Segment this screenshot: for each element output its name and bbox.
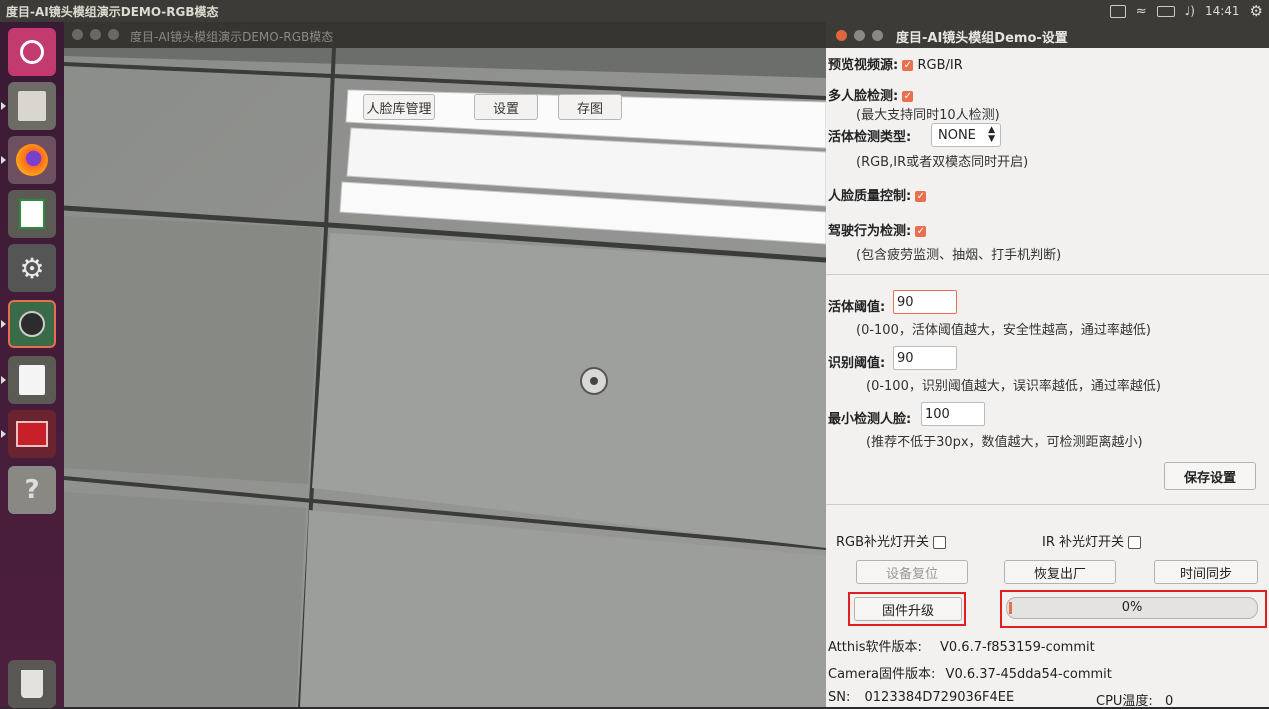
- min-face-label: 最小检测人脸:: [828, 412, 912, 427]
- divider: [826, 274, 1269, 275]
- min-face-input[interactable]: 100: [921, 402, 985, 426]
- trash-icon[interactable]: [8, 660, 56, 708]
- face-database-button[interactable]: 人脸库管理: [363, 94, 435, 120]
- driving-behavior-note: (包含疲劳监测、抽烟、打手机判断): [856, 248, 1062, 263]
- camera-version-row: Camera固件版本: V0.6.37-45dda54-commit: [828, 663, 1112, 682]
- rgb-light-label: RGB补光灯开关: [836, 535, 930, 550]
- atthis-version-row: Atthis软件版本: V0.6.7-f853159-commit: [828, 636, 1095, 655]
- help-icon[interactable]: ?: [8, 466, 56, 514]
- sn-label: SN:: [828, 690, 851, 705]
- liveness-threshold-note: (0-100，活体阈值越大，安全性越高，通过率越低): [856, 323, 1151, 338]
- active-app-title: 度目-AI镜头模组演示DEMO-RGB模态: [6, 5, 219, 19]
- ir-light-label: IR 补光灯开关: [1042, 535, 1124, 550]
- liveness-threshold-input[interactable]: 90: [893, 290, 957, 314]
- face-quality-checkbox[interactable]: ✓: [915, 191, 927, 202]
- min-face-note: (推荐不低于30px，数值越大，可检测距离越小): [866, 435, 1143, 450]
- keyboard-icon[interactable]: [1109, 4, 1126, 18]
- driving-behavior-row: 驾驶行为检测: ✓: [828, 220, 927, 239]
- multi-face-label: 多人脸检测:: [828, 89, 899, 104]
- battery-icon[interactable]: [1156, 5, 1175, 17]
- camera-version-label: Camera固件版本:: [828, 667, 936, 682]
- camera-preview-window: 度目-AI镜头模组演示DEMO-RGB模态 人脸库管理 设置 存图: [64, 22, 826, 707]
- preview-source-label: 预览视频源:: [828, 58, 899, 73]
- factory-reset-button[interactable]: 恢复出厂: [1004, 560, 1116, 584]
- wifi-icon[interactable]: ≈: [1136, 4, 1147, 19]
- divider: [826, 504, 1269, 505]
- close-icon[interactable]: [72, 29, 83, 40]
- maximize-icon[interactable]: [108, 29, 119, 40]
- files-icon[interactable]: [8, 82, 56, 130]
- preview-source-checkbox[interactable]: ✓: [902, 60, 914, 71]
- preview-source-option: RGB/IR: [917, 58, 963, 73]
- firmware-progress-bar: 0%: [1006, 597, 1258, 619]
- top-panel: 度目-AI镜头模组演示DEMO-RGB模态 ≈ ♩) 14:41 ⚙: [0, 0, 1269, 22]
- driving-behavior-label: 驾驶行为检测:: [828, 224, 912, 239]
- minimize-icon[interactable]: [90, 29, 101, 40]
- save-settings-button[interactable]: 保存设置: [1164, 462, 1256, 490]
- face-quality-row: 人脸质量控制: ✓: [828, 185, 927, 204]
- camera-version-value: V0.6.37-45dda54-commit: [945, 667, 1112, 682]
- rgb-light-checkbox[interactable]: [933, 536, 947, 549]
- firmware-upgrade-button[interactable]: 固件升级: [854, 597, 962, 621]
- minimize-icon[interactable]: [854, 30, 865, 41]
- time-sync-button[interactable]: 时间同步: [1154, 560, 1258, 584]
- settings-window: 度目-AI镜头模组Demo-设置 预览视频源: ✓ RGB/IR 多人脸检测: …: [826, 22, 1269, 709]
- settings-window-title: 度目-AI镜头模组Demo-设置: [896, 31, 1068, 46]
- liveness-type-select[interactable]: NONE ▲ ▼: [931, 123, 1001, 147]
- ir-light-row: IR 补光灯开关: [1042, 531, 1142, 550]
- firefox-icon[interactable]: [8, 136, 56, 184]
- close-icon[interactable]: [836, 30, 847, 41]
- recognition-threshold-input[interactable]: 90: [893, 346, 957, 370]
- recognition-threshold-note: (0-100，识别阈值越大，误识率越低，通过率越低): [866, 379, 1161, 394]
- liveness-type-label: 活体检测类型:: [828, 130, 912, 145]
- system-settings-icon[interactable]: ⚙: [8, 244, 56, 292]
- ubuntu-dash-icon[interactable]: [8, 28, 56, 76]
- multi-face-row: 多人脸检测: ✓: [828, 85, 914, 104]
- launcher: ⚙ ?: [0, 22, 64, 708]
- sn-row: SN: 0123384D729036F4EE: [828, 690, 1014, 705]
- cpu-temp-row: CPU温度: 0: [1096, 690, 1173, 709]
- ceiling-scene-image: [64, 48, 826, 707]
- system-tray: ≈ ♩) 14:41 ⚙: [1109, 0, 1269, 22]
- face-quality-label: 人脸质量控制:: [828, 189, 912, 204]
- progress-text: 0%: [1121, 600, 1143, 615]
- volume-icon[interactable]: ♩): [1185, 4, 1195, 18]
- ir-light-checkbox[interactable]: [1128, 536, 1142, 549]
- text-editor-icon[interactable]: [8, 356, 56, 404]
- settings-window-titlebar: 度目-AI镜头模组Demo-设置: [826, 22, 1269, 48]
- rgb-light-row: RGB补光灯开关: [836, 531, 947, 550]
- sn-value: 0123384D729036F4EE: [864, 690, 1015, 705]
- maximize-icon[interactable]: [872, 30, 883, 41]
- spinner-arrows-icon: ▲ ▼: [988, 125, 995, 144]
- device-reset-button[interactable]: 设备复位: [856, 560, 968, 584]
- atthis-version-label: Atthis软件版本:: [828, 640, 922, 655]
- settings-gear-icon[interactable]: ⚙: [1250, 2, 1263, 20]
- liveness-type-value: NONE: [938, 128, 976, 143]
- preview-source-row: 预览视频源: ✓ RGB/IR: [828, 54, 963, 73]
- liveness-type-note: (RGB,IR或者双模态同时开启): [856, 155, 1029, 170]
- demo-app-icon[interactable]: [8, 410, 56, 458]
- multi-face-note: (最大支持同时10人检测): [856, 108, 1000, 123]
- multi-face-checkbox[interactable]: ✓: [902, 91, 914, 102]
- atthis-version-value: V0.6.7-f853159-commit: [940, 640, 1095, 655]
- camera-window-titlebar: 度目-AI镜头模组演示DEMO-RGB模态: [64, 22, 826, 48]
- clock[interactable]: 14:41: [1205, 4, 1240, 18]
- driving-behavior-checkbox[interactable]: ✓: [915, 226, 927, 237]
- camera-window-title: 度目-AI镜头模组演示DEMO-RGB模态: [130, 30, 334, 44]
- camera-video-feed: 人脸库管理 设置 存图: [64, 48, 826, 707]
- liveness-type-row: 活体检测类型:: [828, 126, 911, 145]
- save-image-button[interactable]: 存图: [558, 94, 622, 120]
- settings-button[interactable]: 设置: [474, 94, 538, 120]
- recognition-threshold-label: 识别阈值:: [828, 356, 886, 371]
- liveness-threshold-label: 活体阈值:: [828, 300, 886, 315]
- software-updater-icon[interactable]: [8, 300, 56, 348]
- spreadsheet-icon[interactable]: [8, 190, 56, 238]
